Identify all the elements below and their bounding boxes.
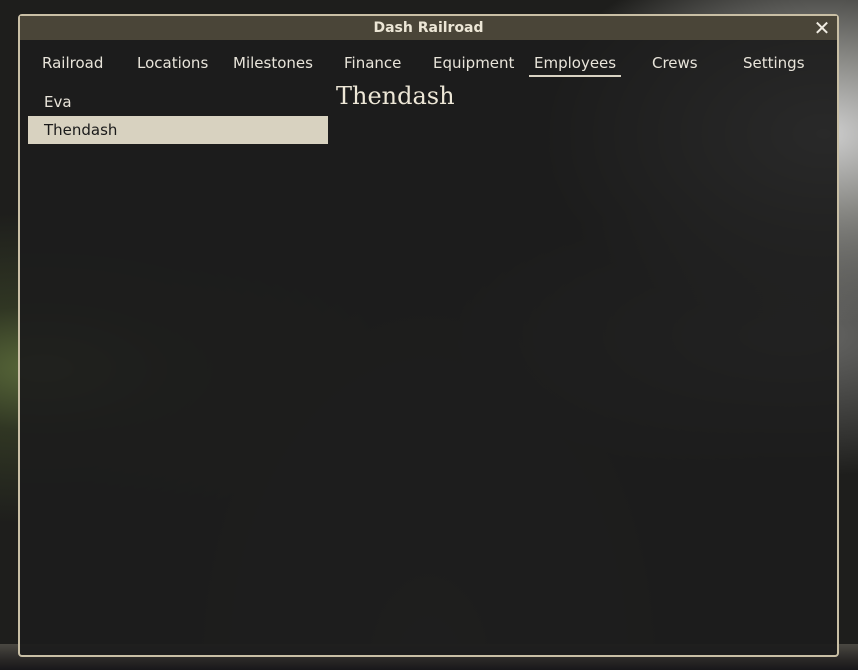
tab-railroad[interactable]: Railroad <box>42 54 103 72</box>
railroad-window: Dash Railroad ✕ Railroad Locations Miles… <box>18 14 839 657</box>
tab-employees[interactable]: Employees <box>529 54 622 77</box>
tab-equipment[interactable]: Equipment <box>433 54 514 72</box>
employee-list: Eva Thendash <box>28 88 328 144</box>
list-item-selected[interactable]: Thendash <box>28 116 328 144</box>
employee-name: Eva <box>44 93 72 111</box>
tab-settings[interactable]: Settings <box>743 54 805 72</box>
tab-locations[interactable]: Locations <box>137 54 208 72</box>
tab-milestones[interactable]: Milestones <box>233 54 313 72</box>
title-bar[interactable]: Dash Railroad ✕ <box>20 16 837 40</box>
employee-name: Thendash <box>44 121 118 139</box>
list-item[interactable]: Eva <box>28 88 328 116</box>
window-title: Dash Railroad <box>373 20 484 36</box>
nav-tabs: Railroad Locations Milestones Finance Eq… <box>20 52 837 80</box>
close-icon[interactable]: ✕ <box>811 17 833 39</box>
tab-finance[interactable]: Finance <box>344 54 401 72</box>
tab-crews[interactable]: Crews <box>652 54 698 72</box>
detail-title: Thendash <box>336 82 455 110</box>
